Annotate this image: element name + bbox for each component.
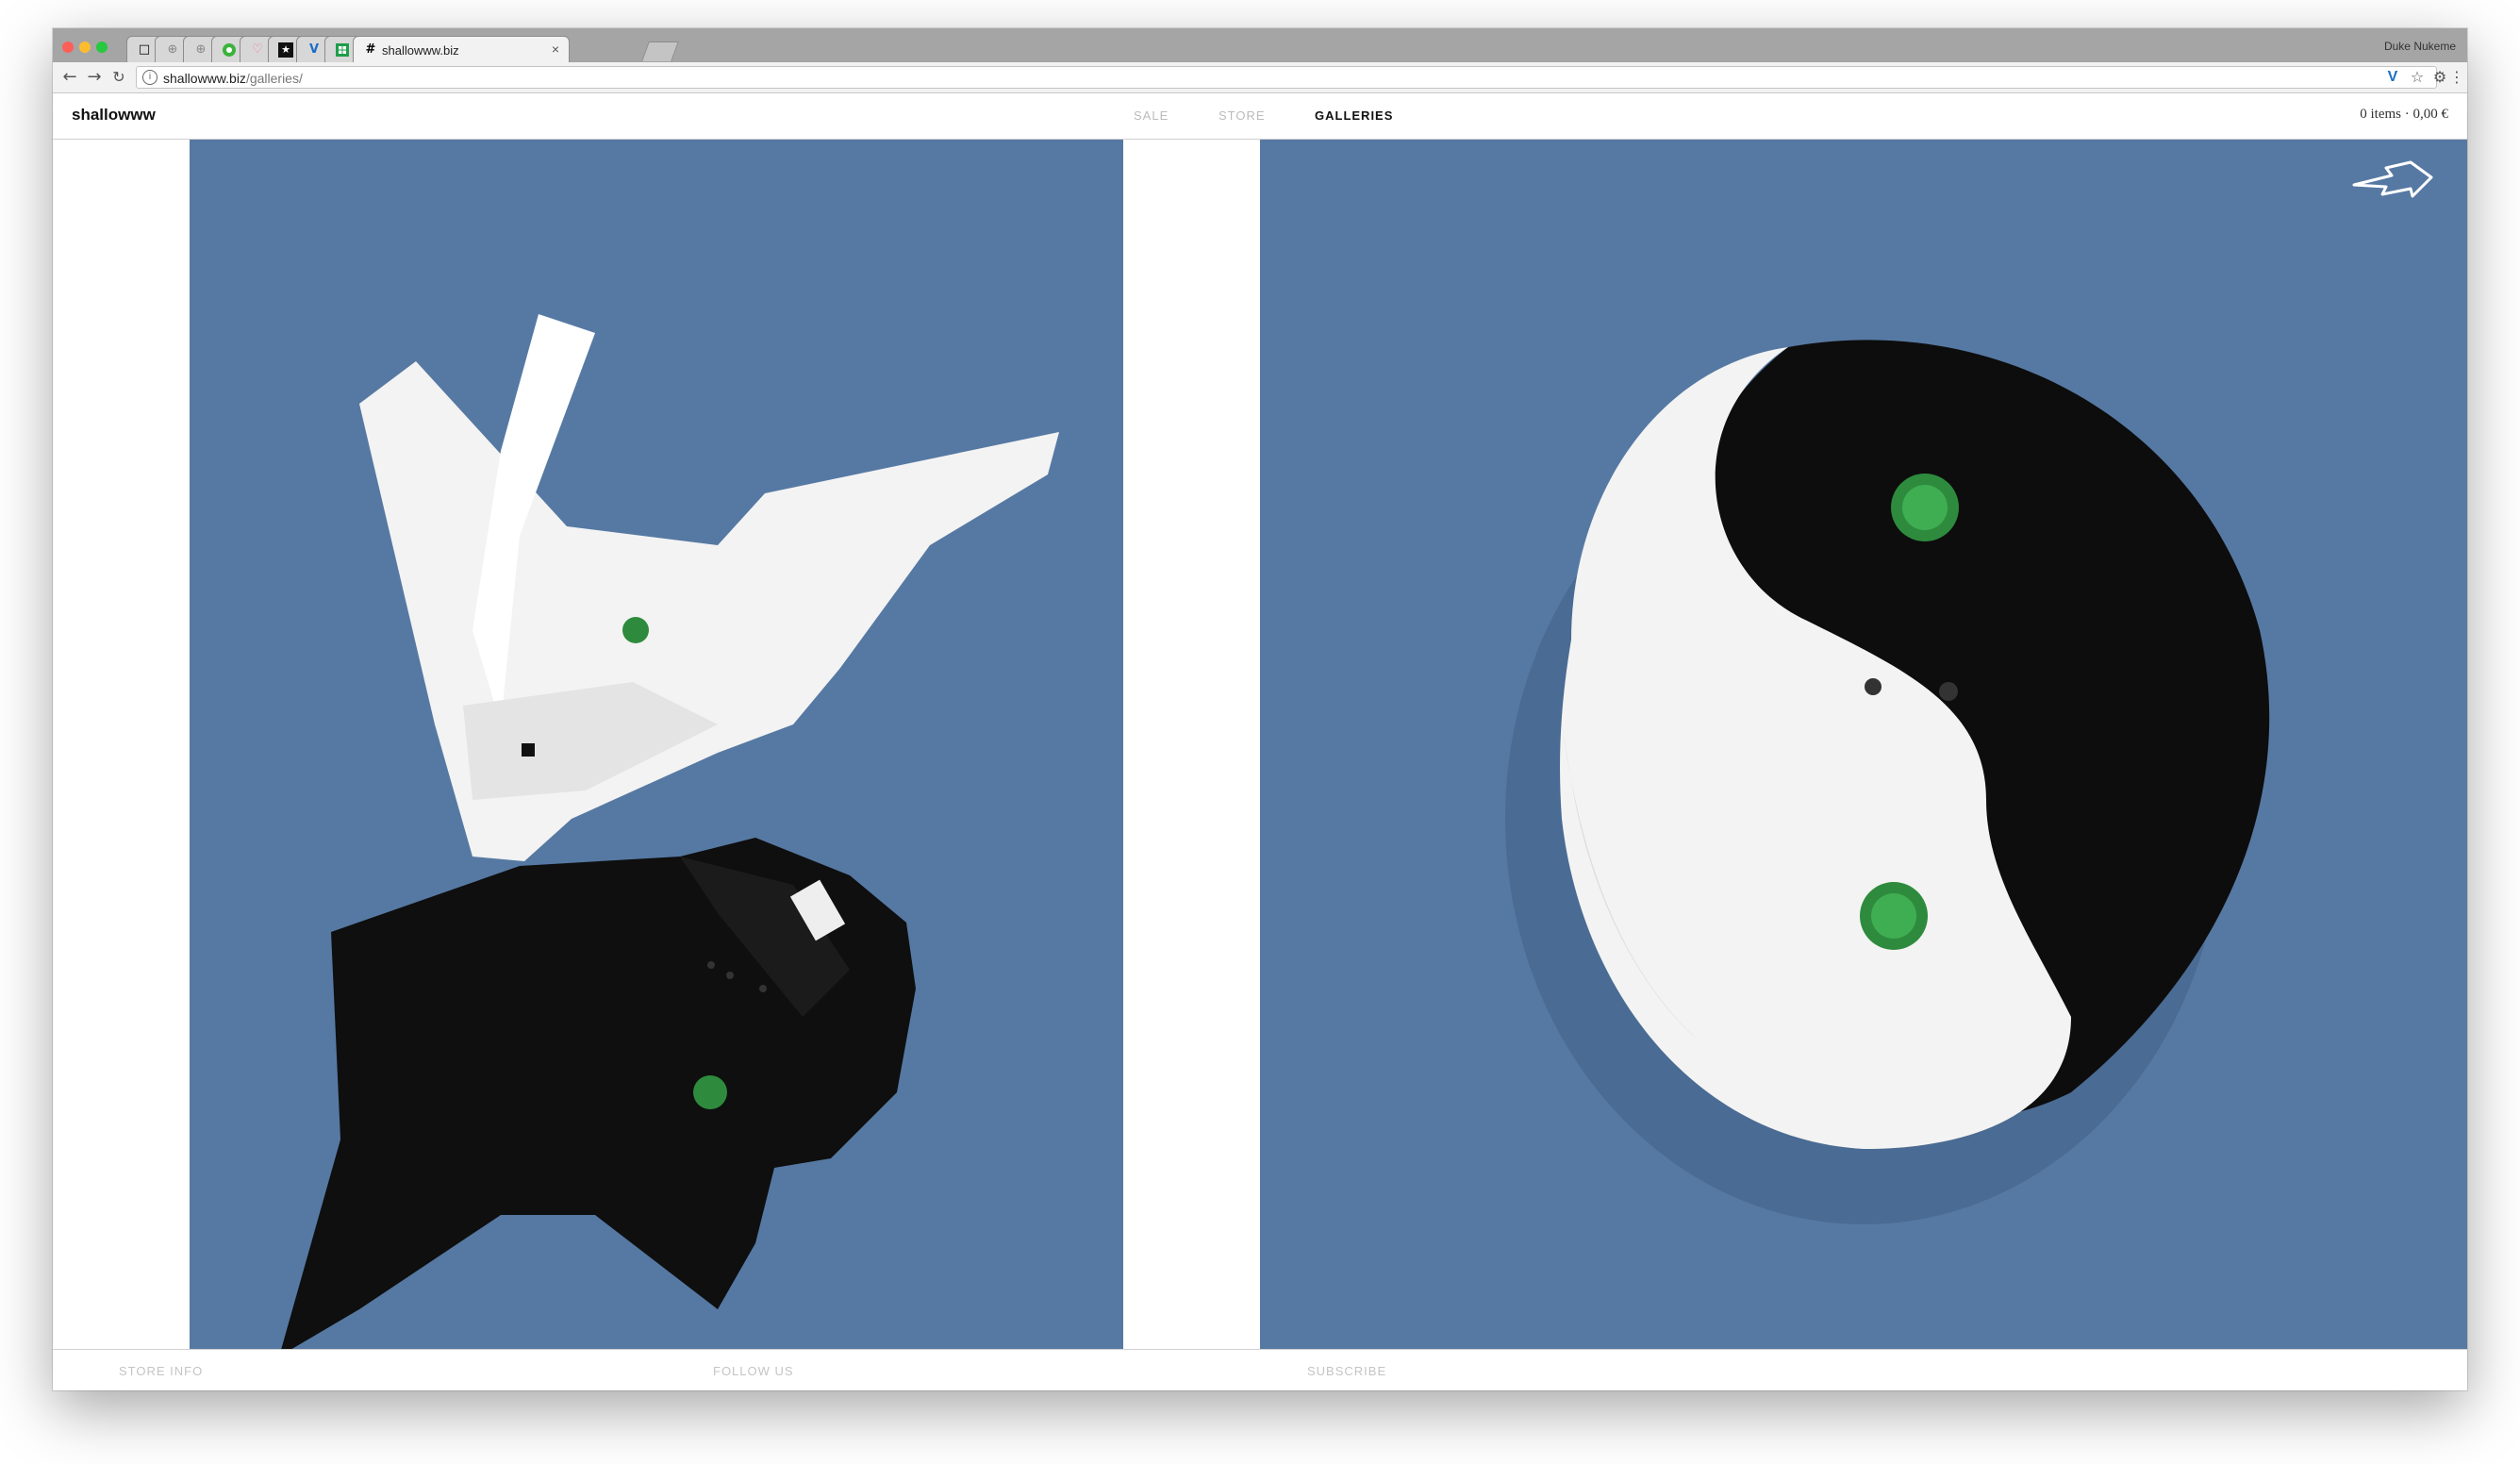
site-footer: STORE INFO FOLLOW US SUBSCRIBE: [53, 1349, 2467, 1390]
minimize-window-button[interactable]: [79, 42, 91, 53]
reload-icon[interactable]: ↻: [108, 66, 130, 89]
footer-store-info[interactable]: STORE INFO: [119, 1364, 203, 1378]
bookmark-star-icon[interactable]: ☆: [2407, 66, 2428, 89]
blank-tab-icon: ⊕: [195, 42, 207, 57]
back-icon[interactable]: ←: [58, 66, 81, 89]
maximize-window-button[interactable]: [96, 42, 108, 53]
blank-tab-icon: ⊕: [167, 42, 178, 57]
polos-flat-illustration: [281, 314, 1059, 1349]
menu-dots-icon[interactable]: ⋮: [2446, 66, 2467, 89]
close-tab-icon[interactable]: ×: [552, 42, 559, 57]
site-header: shallowww SALE STORE GALLERIES 0 items ·…: [53, 93, 2467, 140]
toolbar-extensions: V ☆ ⚙ ⋮: [2384, 66, 2467, 89]
polos-yin-yang-illustration: [1505, 160, 2433, 1224]
info-icon[interactable]: i: [142, 70, 158, 85]
frog-patch-icon: [693, 1075, 727, 1109]
url-path: /galleries/: [245, 71, 303, 86]
browser-window: □ ⊕ ⊕ ♡ ★ V # shallowww.biz × Duke Nukem…: [53, 28, 2467, 1390]
star-app-icon: ★: [278, 42, 293, 58]
brand-logo-icon: [2352, 160, 2433, 198]
v-extension-icon[interactable]: V: [2382, 66, 2403, 89]
footer-subscribe[interactable]: SUBSCRIBE: [1307, 1364, 1386, 1378]
cart-summary[interactable]: 0 items · 0,00 €: [2360, 107, 2448, 123]
close-window-button[interactable]: [62, 42, 74, 53]
v-app-icon: V: [308, 42, 320, 57]
gallery-image-polos-yin-yang[interactable]: [1260, 140, 2467, 1349]
nav-galleries[interactable]: GALLERIES: [1315, 108, 1393, 123]
browser-toolbar: ← → ↻ i shallowww.biz/galleries/ V ☆ ⚙ ⋮: [53, 62, 2467, 93]
address-bar[interactable]: i shallowww.biz/galleries/: [136, 66, 2437, 89]
tab-shallowww[interactable]: # shallowww.biz ×: [353, 36, 570, 62]
hash-icon: #: [365, 42, 376, 57]
yin-yang-polos: [1505, 340, 2270, 1224]
site-logo[interactable]: shallowww: [72, 106, 156, 125]
profile-name[interactable]: Duke Nukeme: [2384, 40, 2456, 53]
forward-icon[interactable]: →: [83, 66, 106, 89]
black-polo-shirt: [281, 838, 916, 1349]
tab-strip: □ ⊕ ⊕ ♡ ★ V # shallowww.biz × Duke Nukem…: [53, 28, 2467, 62]
nav-sale[interactable]: SALE: [1134, 108, 1169, 123]
green-circle-icon: [222, 42, 237, 58]
gallery-image-polos-flat[interactable]: [190, 140, 1123, 1349]
footer-follow-us[interactable]: FOLLOW US: [713, 1364, 794, 1378]
sheet-app-icon: [335, 42, 350, 58]
white-polo-shirt: [359, 314, 1059, 861]
gallery: [53, 140, 2467, 1349]
url-text[interactable]: shallowww.biz/galleries/: [163, 71, 303, 86]
heart-icon: ♡: [252, 42, 263, 57]
tab-title: shallowww.biz: [382, 43, 459, 58]
blank-page-icon: □: [138, 42, 151, 57]
new-tab-button[interactable]: [641, 42, 679, 61]
nav-store[interactable]: STORE: [1219, 108, 1266, 123]
frog-patch-icon: [622, 617, 649, 643]
url-host: shallowww.biz: [163, 71, 246, 86]
